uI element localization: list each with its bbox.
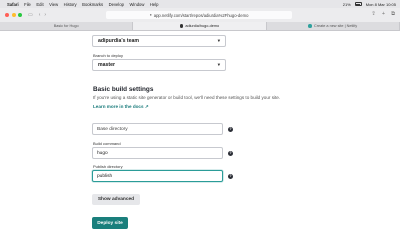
section-title: Basic build settings: [93, 86, 154, 93]
minimize-window-icon[interactable]: [11, 13, 16, 17]
section-description: If you're using a static site generator …: [93, 95, 281, 100]
browser-toolbar: ▭ ‹ › ● app.netlify.com/start/repos/adiu…: [0, 8, 400, 22]
publish-directory-value: publish: [97, 173, 113, 179]
netlify-icon: [308, 24, 312, 28]
menu-view[interactable]: View: [49, 2, 58, 7]
status-area: 21% Mon 8 Mar 10:05: [343, 0, 396, 8]
share-icon[interactable]: ⇪: [371, 11, 376, 18]
battery-icon[interactable]: [354, 2, 362, 6]
tab-create-new-site[interactable]: Create a new site | Netlify: [267, 22, 400, 30]
menu-file[interactable]: File: [24, 2, 31, 7]
tab-hugo-demo[interactable]: adiurdia/hugo-demo: [133, 22, 267, 30]
address-text: app.netlify.com/start/repos/adiurdia%2Fh…: [153, 12, 249, 18]
back-arrow-icon[interactable]: ‹: [39, 12, 41, 18]
branch-value: master: [98, 62, 116, 68]
publish-directory-label: Publish directory: [93, 164, 123, 169]
toolbar-actions: ⇪ + ⧉: [371, 11, 395, 18]
chevron-down-icon: ▾: [217, 38, 220, 43]
battery-percent: 21%: [342, 1, 351, 7]
clock[interactable]: Mon 8 Mar 10:05: [366, 2, 396, 7]
menu-safari[interactable]: Safari: [7, 2, 19, 7]
help-icon[interactable]: ?: [228, 126, 233, 132]
chevron-down-icon: ▾: [217, 62, 220, 67]
sidebar-toggle-icon[interactable]: ▭: [28, 12, 33, 18]
menu-bar: Safari File Edit View History Bookmarks …: [0, 0, 400, 8]
build-command-label: Build command: [93, 141, 121, 146]
tab-overview-icon[interactable]: ⧉: [391, 11, 395, 18]
menu-history[interactable]: History: [64, 2, 77, 7]
menu-develop[interactable]: Develop: [109, 2, 124, 7]
publish-directory-input[interactable]: publish: [92, 170, 223, 182]
forward-arrow-icon[interactable]: ›: [44, 12, 46, 18]
zoom-window-icon[interactable]: [18, 13, 22, 17]
build-command-value: hugo: [97, 150, 108, 156]
branch-select[interactable]: master ▾: [92, 59, 226, 71]
owner-value: adipurdia's team: [98, 38, 140, 44]
new-tab-icon[interactable]: +: [382, 11, 385, 18]
tab-label: Create a new site | Netlify: [313, 24, 358, 28]
address-bar[interactable]: ● app.netlify.com/start/repos/adiurdia%2…: [106, 11, 292, 19]
menu-window[interactable]: Window: [129, 2, 144, 7]
page-content: adipurdia's team ▾ Branch to deploy mast…: [0, 31, 400, 250]
tab-bar: Basic for Hugo adiurdia/hugo-demo Create…: [0, 22, 400, 31]
deploy-site-button[interactable]: Deploy site: [92, 217, 128, 229]
branch-label: Branch to deploy: [93, 53, 124, 58]
help-icon[interactable]: ?: [228, 150, 233, 156]
tab-label: Basic for Hugo: [53, 24, 79, 28]
base-directory-placeholder: Base directory: [97, 126, 128, 132]
menu-edit[interactable]: Edit: [36, 2, 43, 7]
menu-help[interactable]: Help: [150, 2, 159, 7]
tab-basic-for-hugo[interactable]: Basic for Hugo: [0, 22, 134, 30]
show-advanced-button[interactable]: Show advanced: [92, 194, 140, 205]
lock-icon: ●: [149, 13, 152, 17]
menu-bookmarks[interactable]: Bookmarks: [82, 2, 103, 7]
owner-select[interactable]: adipurdia's team ▾: [92, 35, 226, 47]
base-directory-input[interactable]: Base directory: [92, 123, 223, 135]
build-command-input[interactable]: hugo: [92, 147, 223, 159]
help-icon[interactable]: ?: [228, 173, 233, 179]
github-icon: [179, 24, 184, 28]
tab-label: adiurdia/hugo-demo: [185, 24, 220, 28]
window-controls: [5, 13, 22, 17]
learn-more-link[interactable]: Learn more in the docs ↗: [93, 104, 149, 110]
close-window-icon[interactable]: [5, 13, 9, 17]
